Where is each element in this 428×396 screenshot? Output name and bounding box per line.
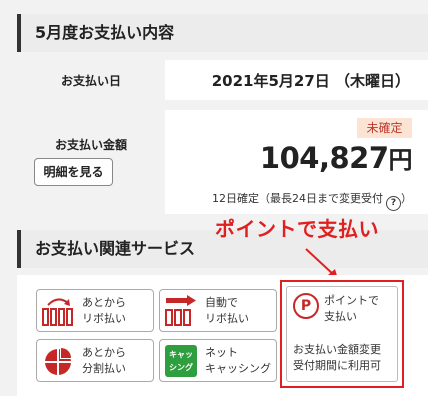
point-payment-tile[interactable]: P ポイントで 支払い お支払い金額変更 受付期間に利用可 (286, 286, 398, 382)
view-details-button[interactable]: 明細を見る (34, 158, 113, 186)
point-desc-line1: お支払い金額変更 (293, 343, 381, 356)
annotation-label: ポイントで支払い (215, 217, 379, 241)
point-p-icon: P (293, 293, 319, 319)
tile-label-line2: リボ払い (82, 312, 126, 325)
confirm-note-text: 12日確定（最長24日まで変更受付 (212, 192, 383, 205)
payment-amount-row: お支払い金額 明細を見る 未確定 104,827円 12日確定（最長24日まで変… (17, 110, 428, 214)
net-cashing-tile[interactable]: キャッ シング ネット キャッシング (159, 339, 277, 382)
payment-section-title: 5月度お支払い内容 (17, 14, 428, 52)
tile-label-line1: あとから (82, 296, 126, 309)
revolving-later-icon (42, 298, 73, 326)
amount-unit: 円 (388, 146, 413, 174)
cashing-icon: キャッ シング (165, 345, 197, 377)
payment-amount-label: お支払い金額 (54, 138, 127, 152)
payment-amount: 104,827円 (259, 140, 413, 175)
tile-label-line1: 自動で (205, 296, 238, 309)
payment-date-label: お支払い日 (60, 74, 121, 88)
point-title-line1: ポイントで (324, 294, 379, 307)
payment-date-row: お支払い日 2021年5月27日 （木曜日） (17, 60, 428, 100)
tile-label-line1: あとから (82, 346, 126, 359)
tile-label-line2: リボ払い (205, 312, 249, 325)
payment-date-value: 2021年5月27日 （木曜日） (211, 72, 410, 90)
auto-revolving-tile[interactable]: 自動で リボ払い (159, 289, 277, 332)
cashing-icon-text1: キャッ (169, 350, 193, 359)
revolving-later-tile[interactable]: あとから リボ払い (36, 289, 154, 332)
point-title-line2: 支払い (324, 310, 357, 323)
cashing-icon-text2: シング (169, 363, 193, 372)
tile-label-line1: ネット (205, 346, 238, 359)
point-desc-line2: 受付期間に利用可 (293, 359, 381, 372)
installment-pie-icon (45, 347, 72, 375)
help-icon[interactable]: ? (386, 196, 401, 211)
tile-label-line2: 分割払い (82, 362, 126, 375)
amount-value: 104,827 (259, 141, 389, 175)
tile-label-line2: キャッシング (205, 362, 271, 375)
status-badge: 未確定 (357, 118, 412, 138)
confirm-note: 12日確定（最長24日まで変更受付?） (212, 190, 412, 211)
auto-revolving-icon (165, 295, 196, 326)
installment-later-tile[interactable]: あとから 分割払い (36, 339, 154, 382)
confirm-note-end: ） (401, 192, 412, 205)
point-payment-highlight: P ポイントで 支払い お支払い金額変更 受付期間に利用可 (280, 280, 404, 388)
